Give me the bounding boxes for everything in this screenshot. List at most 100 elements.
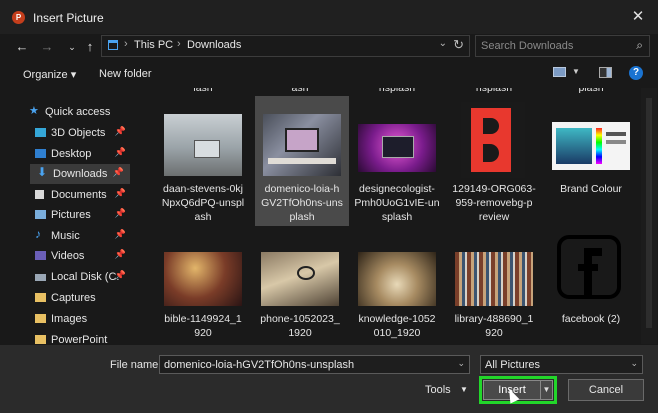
image-thumbnail [358, 124, 436, 172]
sidebar-item-quick-access[interactable]: ★ Quick access [22, 102, 126, 122]
pin-icon: 📌 [114, 126, 126, 136]
this-pc-icon [108, 40, 118, 50]
search-box[interactable]: ⌕ [475, 35, 650, 57]
pin-icon: 📌 [114, 270, 126, 280]
insert-options-dropdown[interactable]: ▼ [541, 380, 553, 400]
cancel-button[interactable]: Cancel [568, 379, 644, 401]
new-folder-button[interactable]: New folder [99, 68, 152, 80]
pin-icon: 📌 [114, 229, 126, 239]
pin-icon: 📌 [114, 249, 126, 259]
chevron-down-icon[interactable]: ▼ [460, 385, 468, 394]
breadcrumb-this-pc[interactable]: This PC [134, 39, 173, 51]
file-name: Brand Colour [560, 183, 622, 195]
disk-icon [35, 274, 46, 281]
refresh-icon[interactable]: ↻ [453, 37, 464, 53]
powerpoint-app-icon: P [12, 11, 25, 24]
dialog-title: Insert Picture [33, 11, 104, 25]
file-label-partial: plash [578, 88, 604, 94]
sidebar-item-pictures[interactable]: Pictures 📌 [28, 205, 132, 225]
file-label-partial: nsplash [378, 88, 416, 94]
file-item[interactable]: designecologist- Pmh0UoG1vIE-un splash [350, 102, 444, 232]
pin-icon: 📌 [114, 147, 126, 157]
music-icon: ♪ [35, 227, 41, 241]
pin-icon: 📌 [112, 167, 124, 177]
sidebar-item-3d-objects[interactable]: 3D Objects 📌 [28, 123, 132, 143]
vertical-scrollbar[interactable] [641, 88, 657, 344]
tools-button[interactable]: Tools [425, 384, 451, 396]
image-thumbnail [263, 114, 341, 176]
sidebar-item-videos[interactable]: Videos 📌 [28, 246, 132, 266]
organize-button[interactable]: Organize ▾ [23, 68, 76, 81]
video-icon [35, 251, 46, 260]
address-bar[interactable]: › This PC › Downloads ⌄ ↻ [101, 35, 470, 57]
file-item[interactable]: facebook (2) [544, 235, 638, 344]
breadcrumb-downloads[interactable]: Downloads [187, 39, 241, 51]
file-type-value: All Pictures [485, 359, 541, 371]
title-bar: P Insert Picture ✕ [0, 0, 658, 34]
file-name: 129149-ORG063- 959-removebg-p review [452, 183, 536, 223]
folder-icon [35, 314, 46, 323]
change-view-icon[interactable] [553, 67, 566, 77]
chevron-down-icon[interactable]: ⌄ [457, 358, 465, 369]
pin-icon: 📌 [114, 208, 126, 218]
help-icon[interactable]: ? [629, 66, 643, 80]
sidebar-item-desktop[interactable]: Desktop 📌 [28, 144, 132, 164]
folder-icon [35, 335, 46, 344]
sidebar-item-images[interactable]: Images [28, 309, 132, 329]
file-name: library-488690_1 920 [454, 313, 534, 339]
back-arrow-icon[interactable]: ← [14, 38, 30, 56]
search-icon[interactable]: ⌕ [636, 38, 643, 53]
image-thumbnail [461, 102, 525, 178]
file-name-field[interactable]: domenico-loia-hGV2TfOh0ns-unsplash ⌄ [159, 355, 470, 374]
file-item[interactable]: phone-1052023_ 1920 [253, 236, 347, 344]
cube-icon [35, 128, 46, 137]
file-name: knowledge-1052 010_1920 [358, 313, 436, 339]
file-name: designecologist- Pmh0UoG1vIE-un splash [354, 183, 440, 223]
image-thumbnail [261, 252, 339, 306]
sidebar-item-captures[interactable]: Captures [28, 288, 132, 308]
image-thumbnail [552, 122, 630, 170]
file-item[interactable]: library-488690_1 920 [447, 236, 541, 344]
folder-icon [35, 293, 46, 302]
sidebar-item-downloads[interactable]: ⬇ Downloads 📌 [30, 164, 130, 184]
search-input[interactable] [481, 39, 621, 53]
sidebar-item-documents[interactable]: Documents 📌 [28, 185, 132, 205]
scrollbar-thumb[interactable] [646, 98, 652, 328]
file-type-select[interactable]: All Pictures ⌄ [480, 355, 643, 374]
file-item[interactable]: Brand Colour [544, 102, 638, 232]
file-name-value: domenico-loia-hGV2TfOh0ns-unsplash [164, 359, 355, 371]
image-thumbnail [455, 252, 533, 306]
close-icon[interactable]: ✕ [626, 6, 650, 28]
file-name: phone-1052023_ 1920 [260, 313, 340, 339]
file-label-partial: nsplash [475, 88, 513, 94]
sidebar-item-powerpoint[interactable]: PowerPoint [28, 330, 132, 345]
file-item[interactable]: daan-stevens-0kj NpxQ6dPQ-unspl ash [156, 102, 250, 232]
file-name-label: File name: [110, 359, 162, 371]
file-label-partial: lash [193, 88, 213, 94]
chevron-down-icon[interactable]: ⌄ [630, 358, 638, 369]
document-icon [35, 190, 44, 199]
chevron-down-icon[interactable]: ⌄ [439, 38, 447, 49]
image-thumbnail [164, 114, 242, 176]
file-item[interactable]: knowledge-1052 010_1920 [350, 236, 444, 344]
desktop-icon [35, 149, 46, 158]
facebook-logo-thumbnail [554, 232, 628, 306]
sidebar-item-music[interactable]: ♪ Music 📌 [28, 226, 132, 246]
chevron-down-icon[interactable]: ⌄ [64, 38, 80, 56]
navigation-pane: ★ Quick access 3D Objects 📌 Desktop 📌 ⬇ … [0, 90, 139, 345]
breadcrumb-separator-icon: › [177, 38, 181, 50]
up-arrow-icon[interactable]: ↑ [82, 38, 98, 56]
forward-arrow-icon[interactable]: → [39, 38, 55, 56]
file-item[interactable]: bible-1149924_1 920 [156, 236, 250, 344]
chevron-down-icon[interactable]: ▼ [572, 67, 580, 76]
preview-pane-icon[interactable] [599, 67, 612, 78]
file-item[interactable]: domenico-loia-h GV2TfOh0ns-uns plash [255, 96, 349, 226]
sidebar-item-local-disk[interactable]: Local Disk (C: 📌 [28, 267, 132, 287]
image-thumbnail [358, 252, 436, 306]
image-thumbnail [164, 252, 242, 306]
picture-icon [35, 210, 46, 219]
file-item[interactable]: 129149-ORG063- 959-removebg-p review [447, 102, 541, 232]
file-name: facebook (2) [561, 313, 621, 325]
download-icon: ⬇ [37, 165, 48, 179]
star-icon: ★ [29, 105, 39, 117]
